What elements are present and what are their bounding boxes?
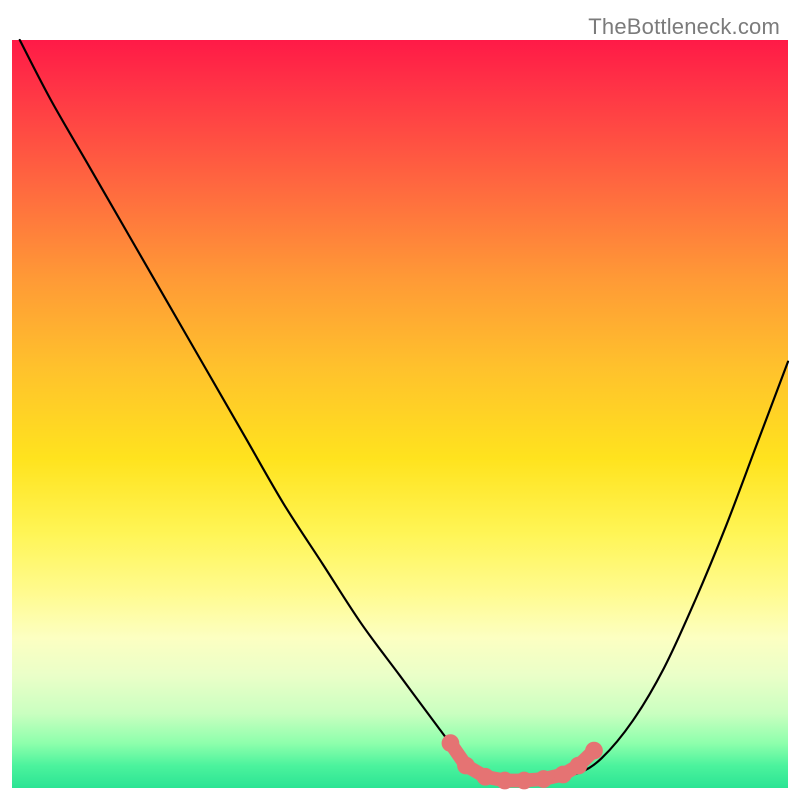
bottleneck-curve [20, 40, 788, 781]
minimum-marker-dot [585, 742, 603, 760]
watermark-text: TheBottleneck.com [588, 14, 780, 40]
minimum-marker-dot [496, 772, 514, 790]
chart-background-gradient [12, 40, 788, 788]
minimum-marker-dot [570, 757, 588, 775]
minimum-marker-dot [476, 768, 494, 786]
chart-frame: TheBottleneck.com [0, 0, 800, 800]
minimum-marker-dot [515, 772, 533, 790]
minimum-marker-dot [442, 734, 460, 752]
minimum-markers [442, 734, 603, 789]
minimum-marker-dot [457, 757, 475, 775]
chart-svg [12, 40, 788, 788]
minimum-marker-dot [535, 770, 553, 788]
minimum-marker-dot [554, 766, 572, 784]
